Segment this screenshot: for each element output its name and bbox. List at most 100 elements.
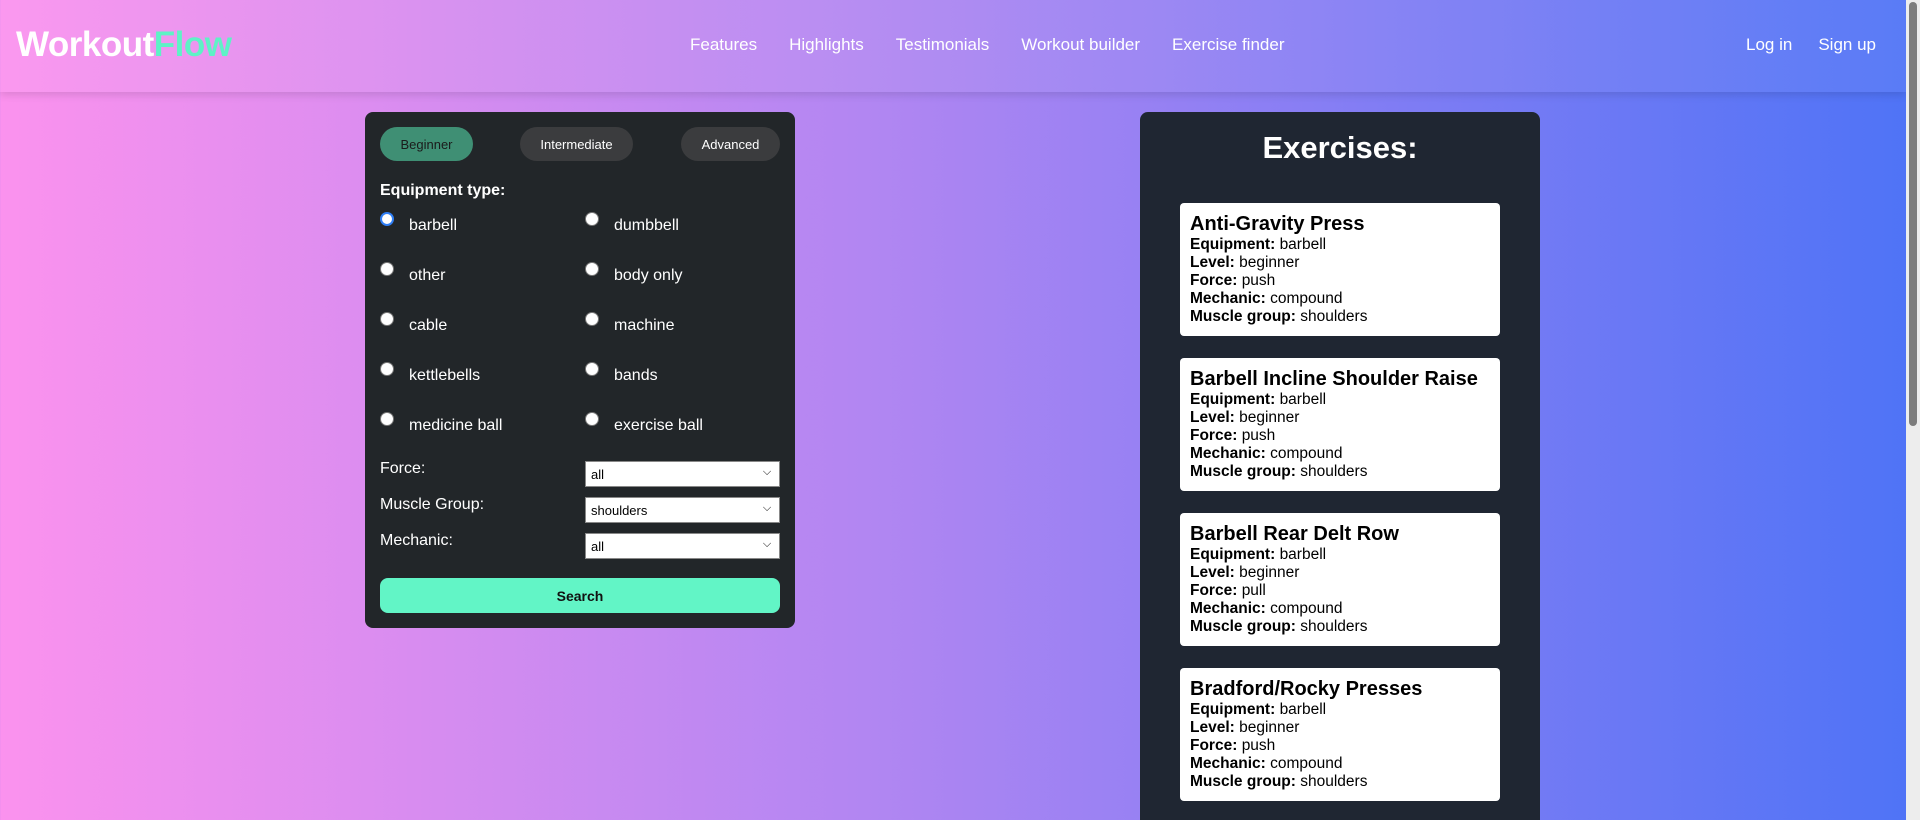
nav-testimonials[interactable]: Testimonials: [896, 35, 990, 55]
exercise-muscle: shoulders: [1300, 463, 1368, 480]
exercise-force: push: [1241, 737, 1276, 754]
field-label: Equipment:: [1190, 236, 1276, 253]
radio-button[interactable]: [585, 412, 599, 426]
radio-button[interactable]: [380, 312, 394, 326]
radio-label: other: [409, 267, 446, 284]
chevron-down-icon: ⌵: [762, 538, 772, 550]
force-label: Force:: [380, 460, 426, 477]
chevron-down-icon: ⌵: [762, 502, 772, 514]
exercise-card[interactable]: Bradford/Rocky Presses Equipment: barbel…: [1180, 668, 1500, 801]
radio-button[interactable]: [585, 262, 599, 276]
field-label: Equipment:: [1190, 546, 1276, 563]
exercise-card[interactable]: Anti-Gravity Press Equipment: barbell Le…: [1180, 203, 1500, 336]
muscle-group-select[interactable]: shoulders ⌵: [585, 497, 780, 523]
equipment-type-label: Equipment type:: [380, 182, 506, 199]
field-label: Muscle group:: [1190, 308, 1296, 325]
exercise-muscle: shoulders: [1300, 308, 1368, 325]
exercise-force: pull: [1241, 582, 1266, 599]
page-scrollbar[interactable]: [1906, 0, 1920, 820]
scrollbar-thumb[interactable]: [1909, 2, 1917, 426]
field-label: Mechanic:: [1190, 445, 1266, 462]
exercise-force: push: [1241, 427, 1276, 444]
radio-label: bands: [614, 367, 658, 384]
field-label: Muscle group:: [1190, 618, 1296, 635]
level-beginner-button[interactable]: Beginner: [380, 127, 473, 161]
exercise-muscle: shoulders: [1300, 618, 1368, 635]
brand-part-1: Workout: [16, 25, 154, 64]
level-intermediate-button[interactable]: Intermediate: [520, 127, 633, 161]
field-label: Level:: [1190, 254, 1235, 271]
signup-link[interactable]: Sign up: [1818, 35, 1876, 55]
exercises-title: Exercises:: [1262, 130, 1418, 165]
filter-panel: Beginner Intermediate Advanced Equipment…: [365, 112, 795, 628]
exercise-level: beginner: [1239, 409, 1300, 426]
main-nav: Features Highlights Testimonials Workout…: [690, 35, 1284, 55]
exercise-muscle: shoulders: [1300, 773, 1368, 790]
auth-links: Log in Sign up: [1746, 35, 1876, 55]
field-label: Level:: [1190, 409, 1235, 426]
radio-label: cable: [409, 317, 448, 334]
exercise-equipment: barbell: [1279, 391, 1327, 408]
radio-label: medicine ball: [409, 417, 503, 434]
muscle-group-label: Muscle Group:: [380, 496, 485, 513]
login-link[interactable]: Log in: [1746, 35, 1792, 55]
radio-button-checked[interactable]: [380, 212, 394, 226]
radio-label: dumbbell: [614, 217, 679, 234]
top-navbar: WorkoutFlow Features Highlights Testimon…: [0, 0, 1906, 92]
exercise-mechanic: compound: [1270, 755, 1343, 772]
mechanic-label: Mechanic:: [380, 532, 453, 549]
field-label: Mechanic:: [1190, 755, 1266, 772]
brand-logo[interactable]: WorkoutFlow: [16, 25, 232, 65]
muscle-group-select-value: shoulders: [591, 503, 648, 518]
chevron-down-icon: ⌵: [762, 466, 772, 478]
exercise-force: push: [1241, 272, 1276, 289]
force-select-value: all: [591, 467, 605, 482]
force-select[interactable]: all ⌵: [585, 461, 780, 487]
radio-button[interactable]: [585, 312, 599, 326]
nav-exercise-finder[interactable]: Exercise finder: [1172, 35, 1284, 55]
nav-workout-builder[interactable]: Workout builder: [1021, 35, 1140, 55]
mechanic-select[interactable]: all ⌵: [585, 533, 780, 559]
brand-part-2: Flow: [153, 25, 232, 64]
field-label: Force:: [1190, 427, 1238, 444]
exercise-name: Bradford/Rocky Presses: [1190, 678, 1423, 700]
field-label: Force:: [1190, 272, 1238, 289]
nav-features[interactable]: Features: [690, 35, 757, 55]
radio-button[interactable]: [380, 362, 394, 376]
exercise-mechanic: compound: [1270, 290, 1343, 307]
radio-label: body only: [614, 267, 683, 284]
exercises-panel: Exercises: Anti-Gravity Press Equipment:…: [1140, 112, 1540, 820]
radio-button[interactable]: [380, 262, 394, 276]
exercise-level: beginner: [1239, 564, 1300, 581]
search-button[interactable]: Search: [380, 578, 780, 613]
radio-label: kettlebells: [409, 367, 481, 384]
exercise-mechanic: compound: [1270, 600, 1343, 617]
radio-button[interactable]: [380, 412, 394, 426]
exercise-name: Anti-Gravity Press: [1190, 213, 1365, 235]
exercise-level: beginner: [1239, 719, 1300, 736]
exercise-mechanic: compound: [1270, 445, 1343, 462]
radio-label: machine: [614, 317, 675, 334]
field-label: Equipment:: [1190, 391, 1276, 408]
exercise-name: Barbell Rear Delt Row: [1190, 523, 1399, 545]
exercise-card[interactable]: Barbell Rear Delt Row Equipment: barbell…: [1180, 513, 1500, 646]
level-advanced-button[interactable]: Advanced: [681, 127, 780, 161]
exercise-equipment: barbell: [1279, 236, 1327, 253]
exercise-equipment: barbell: [1279, 701, 1327, 718]
field-label: Level:: [1190, 564, 1235, 581]
mechanic-select-value: all: [591, 539, 605, 554]
exercise-equipment: barbell: [1279, 546, 1327, 563]
field-label: Force:: [1190, 737, 1238, 754]
field-label: Equipment:: [1190, 701, 1276, 718]
field-label: Level:: [1190, 719, 1235, 736]
field-label: Mechanic:: [1190, 290, 1266, 307]
radio-button[interactable]: [585, 362, 599, 376]
exercise-name: Barbell Incline Shoulder Raise: [1190, 368, 1478, 390]
field-label: Muscle group:: [1190, 773, 1296, 790]
exercise-card[interactable]: Barbell Incline Shoulder Raise Equipment…: [1180, 358, 1500, 491]
nav-highlights[interactable]: Highlights: [789, 35, 864, 55]
radio-label: exercise ball: [614, 417, 703, 434]
field-label: Force:: [1190, 582, 1238, 599]
radio-button[interactable]: [585, 212, 599, 226]
radio-label: barbell: [409, 217, 458, 234]
